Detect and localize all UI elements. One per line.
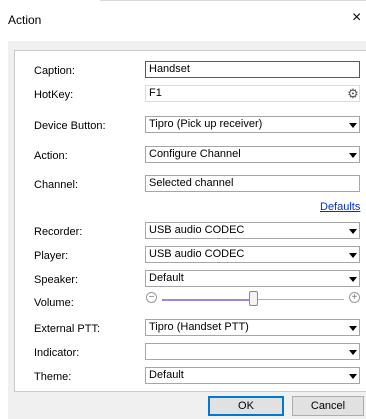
player-value: USB audio CODEC — [149, 248, 245, 260]
external-ptt-value: Tipro (Handset PTT) — [149, 321, 249, 333]
hotkey-field[interactable]: F1 — [145, 85, 360, 102]
volume-slider-fill — [162, 299, 249, 301]
recorder-label: Recorder: — [34, 226, 83, 238]
speaker-select[interactable]: Default — [145, 270, 360, 287]
channel-field[interactable]: Selected channel — [145, 175, 360, 192]
device-button-value: Tipro (Pick up receiver) — [149, 118, 263, 130]
channel-label: Channel: — [34, 179, 79, 191]
theme-value: Default — [149, 369, 184, 381]
window-title: Action — [8, 13, 42, 27]
chevron-down-icon[interactable] — [345, 368, 359, 383]
speaker-value: Default — [149, 272, 184, 284]
theme-select[interactable]: Default — [145, 367, 360, 384]
title-bar: Action × — [0, 0, 366, 41]
defaults-link[interactable]: Defaults — [320, 201, 360, 213]
device-button-select[interactable]: Tipro (Pick up receiver) — [145, 116, 360, 133]
caption-input[interactable]: Handset — [145, 61, 360, 78]
action-label: Action: — [34, 150, 68, 162]
ok-button[interactable]: OK — [208, 396, 284, 416]
chevron-down-icon[interactable] — [345, 271, 359, 286]
chevron-down-icon[interactable] — [345, 147, 359, 162]
chevron-down-icon[interactable] — [345, 344, 359, 359]
theme-label: Theme: — [34, 371, 72, 383]
chevron-down-icon[interactable] — [345, 117, 359, 132]
gear-icon[interactable]: ⚙ — [346, 87, 360, 101]
chevron-down-icon[interactable] — [345, 247, 359, 262]
player-label: Player: — [34, 250, 69, 262]
volume-down-icon[interactable]: − — [146, 292, 157, 303]
close-icon[interactable]: × — [352, 10, 366, 26]
chevron-down-icon[interactable] — [345, 223, 359, 238]
external-ptt-label: External PTT: — [34, 323, 101, 335]
external-ptt-select[interactable]: Tipro (Handset PTT) — [145, 319, 360, 336]
volume-slider-thumb[interactable] — [249, 291, 258, 306]
volume-up-icon[interactable]: + — [349, 292, 360, 303]
recorder-value: USB audio CODEC — [149, 224, 245, 236]
speaker-label: Speaker: — [34, 274, 79, 286]
device-button-label: Device Button: — [34, 120, 106, 132]
action-select[interactable]: Configure Channel — [145, 146, 360, 163]
cancel-button[interactable]: Cancel — [292, 396, 364, 416]
hotkey-label: HotKey: — [34, 89, 74, 101]
caption-label: Caption: — [34, 65, 75, 77]
action-value: Configure Channel — [149, 148, 241, 160]
indicator-select[interactable] — [145, 343, 360, 360]
player-select[interactable]: USB audio CODEC — [145, 246, 360, 263]
indicator-label: Indicator: — [34, 347, 80, 359]
volume-label: Volume: — [34, 297, 74, 309]
recorder-select[interactable]: USB audio CODEC — [145, 222, 360, 239]
window-top-border — [100, 0, 366, 1]
chevron-down-icon[interactable] — [345, 320, 359, 335]
